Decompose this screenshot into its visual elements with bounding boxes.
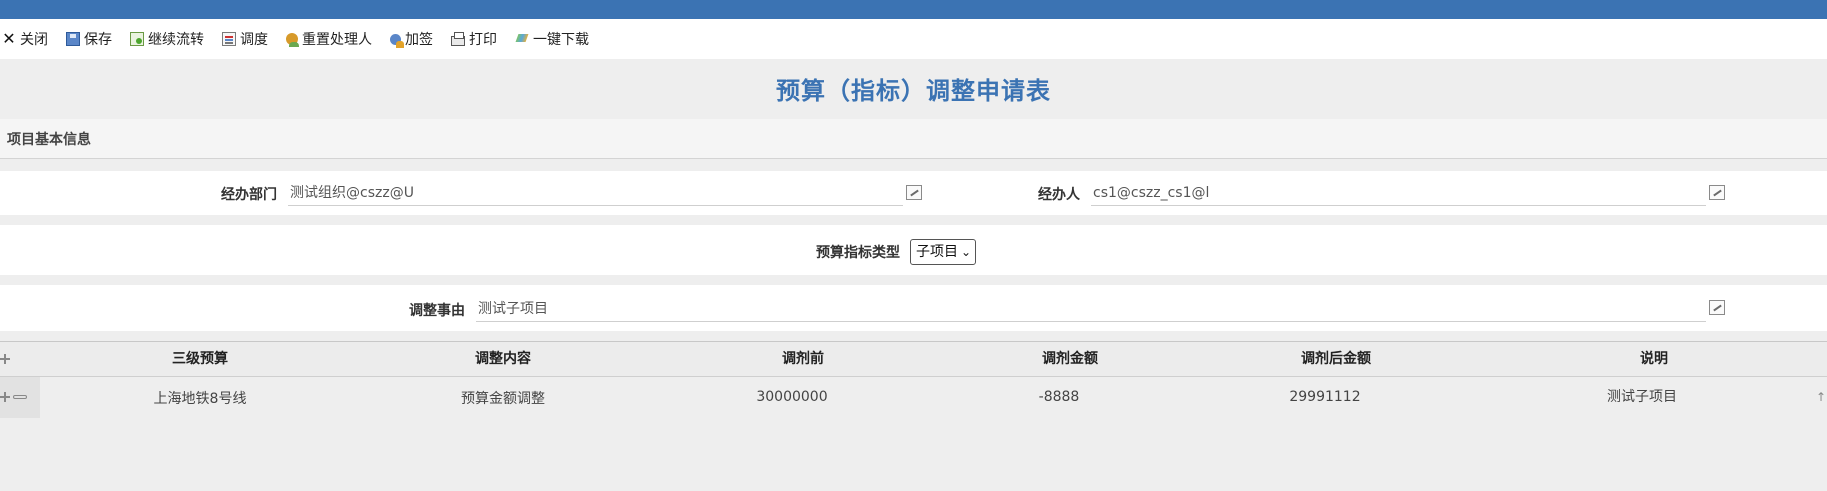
handler-field[interactable]: cs1@cszz_cs1@l	[1091, 182, 1706, 206]
top-bar	[0, 0, 1827, 19]
close-label: 关闭	[20, 32, 48, 48]
col-header: 调剂前	[782, 351, 824, 367]
flow-icon	[130, 32, 144, 46]
remove-icon[interactable]	[13, 395, 27, 399]
budget-type-row: 预算指标类型 子项目 ⌄	[0, 225, 1827, 275]
cell-content[interactable]: 预算金额调整	[403, 379, 603, 420]
user-reset-icon	[286, 33, 299, 47]
print-icon	[451, 31, 465, 46]
add-sign-icon	[390, 33, 404, 48]
section-header: 项目基本信息	[0, 119, 1827, 159]
cell-budget[interactable]: 上海地铁8号线	[100, 379, 300, 420]
col-header: 三级预算	[172, 351, 228, 367]
save-button[interactable]: 保存	[66, 29, 112, 49]
reset-handler-button[interactable]: 重置处理人	[286, 29, 372, 49]
close-icon: ✕	[2, 29, 16, 48]
budget-type-label: 预算指标类型	[816, 245, 900, 261]
chevron-down-icon: ⌄	[960, 245, 971, 259]
save-label: 保存	[84, 32, 112, 48]
add-icon[interactable]	[0, 392, 10, 402]
download-label: 一键下载	[533, 32, 589, 48]
dept-field[interactable]: 测试组织@cszz@U	[288, 182, 903, 206]
col-header: 调剂后金额	[1301, 351, 1371, 367]
reason-field[interactable]: 测试子项目	[476, 298, 1706, 322]
download-icon	[515, 32, 529, 46]
edit-icon[interactable]	[906, 185, 922, 200]
toolbar: ✕ 关闭 保存 继续流转 调度 重置处理人 加签 打印 一键下载	[0, 19, 1827, 59]
edit-icon[interactable]	[1709, 185, 1725, 200]
download-button[interactable]: 一键下载	[515, 29, 589, 49]
cell-note[interactable]: 测试子项目	[1542, 377, 1742, 418]
handler-label: 经办人	[1038, 187, 1080, 203]
dept-handler-row: 经办部门 测试组织@cszz@U 经办人 cs1@cszz_cs1@l	[0, 171, 1827, 215]
sort-up-icon[interactable]: ↑	[1816, 390, 1826, 404]
edit-icon[interactable]	[1709, 300, 1725, 315]
section-title: 项目基本信息	[7, 131, 91, 148]
cell-amount[interactable]: -8888	[959, 377, 1159, 418]
print-button[interactable]: 打印	[451, 29, 497, 49]
budget-type-select[interactable]: 子项目 ⌄	[910, 239, 976, 265]
grid-header: 三级预算 调整内容 调剂前 调剂金额 调剂后金额 说明	[0, 342, 1827, 377]
add-sign-button[interactable]: 加签	[390, 29, 433, 49]
reason-label: 调整事由	[409, 303, 465, 319]
col-header: 说明	[1640, 351, 1668, 367]
print-label: 打印	[469, 32, 497, 48]
dispatch-button[interactable]: 调度	[222, 29, 268, 49]
save-icon	[66, 32, 80, 46]
col-header: 调整内容	[475, 351, 531, 367]
budget-type-value: 子项目	[916, 244, 958, 260]
add-sign-label: 加签	[405, 32, 433, 48]
adjustment-grid: 三级预算 调整内容 调剂前 调剂金额 调剂后金额 说明 上海地铁8号线 预算金额…	[0, 341, 1827, 418]
continue-flow-button[interactable]: 继续流转	[130, 29, 204, 49]
add-row-icon[interactable]	[0, 354, 10, 364]
reset-handler-label: 重置处理人	[302, 32, 372, 48]
continue-flow-label: 继续流转	[148, 32, 204, 48]
cell-after[interactable]: 29991112	[1225, 377, 1425, 418]
reason-row: 调整事由 测试子项目	[0, 285, 1827, 331]
row-tools	[0, 377, 40, 418]
cell-before[interactable]: 30000000	[692, 377, 892, 418]
dispatch-icon	[222, 32, 236, 46]
col-header: 调剂金额	[1042, 351, 1098, 367]
page-title: 预算（指标）调整申请表	[776, 77, 1051, 105]
dept-label: 经办部门	[221, 187, 277, 203]
dispatch-label: 调度	[240, 32, 268, 48]
close-button[interactable]: ✕ 关闭	[2, 29, 48, 49]
table-row: 上海地铁8号线 预算金额调整 30000000 -8888 29991112 测…	[0, 377, 1827, 418]
